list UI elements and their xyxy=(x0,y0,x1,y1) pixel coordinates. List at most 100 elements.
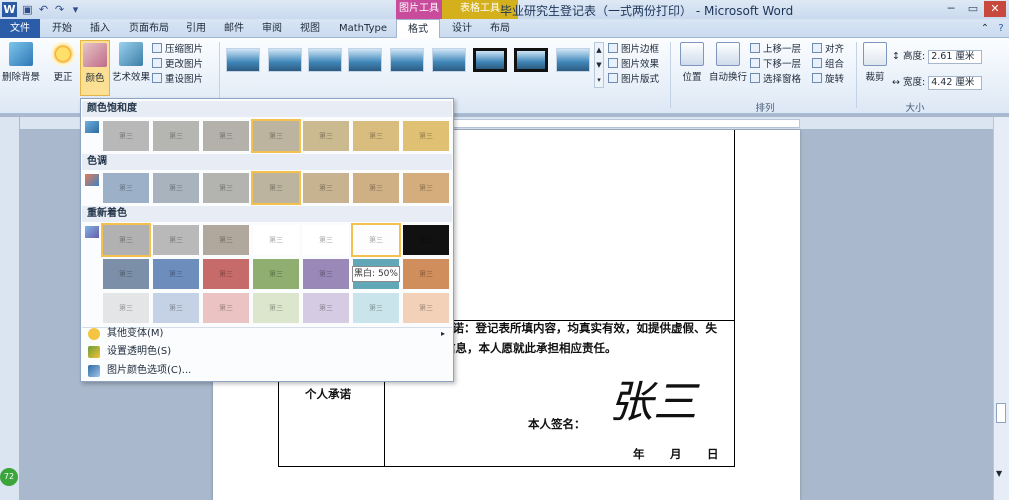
color-swatch[interactable]: 第三 xyxy=(103,293,149,323)
color-swatch[interactable]: 第三 xyxy=(203,121,249,151)
reset-picture-button[interactable]: 重设图片 xyxy=(152,72,218,87)
color-swatch[interactable]: 第三 xyxy=(303,293,349,323)
picture-style-9[interactable] xyxy=(556,48,590,72)
signature-image[interactable]: 张三 xyxy=(609,366,697,430)
color-swatch[interactable]: 第三 xyxy=(251,171,301,205)
color-swatch[interactable]: 第三 xyxy=(153,121,199,151)
color-swatch[interactable]: 第三 xyxy=(303,259,349,289)
tab-home[interactable]: 开始 xyxy=(44,19,80,38)
color-swatch[interactable]: 第三 xyxy=(353,121,399,151)
height-input[interactable]: 2.61 厘米 xyxy=(928,49,983,64)
help-icon[interactable]: ? xyxy=(994,19,1008,38)
close-icon[interactable]: ✕ xyxy=(984,1,1006,17)
redo-icon[interactable]: ↷ xyxy=(52,2,67,17)
scroll-down-icon[interactable]: ▼ xyxy=(996,469,1002,478)
vertical-scrollbar[interactable]: ▼ xyxy=(993,117,1009,500)
color-swatch[interactable]: 第三 xyxy=(203,225,249,255)
picture-style-8[interactable] xyxy=(514,48,548,72)
tab-page-layout[interactable]: 页面布局 xyxy=(124,19,174,38)
tab-format[interactable]: 格式 xyxy=(396,19,440,39)
minimize-icon[interactable]: ─ xyxy=(940,1,962,17)
tab-layout[interactable]: 布局 xyxy=(482,19,518,38)
color-swatch[interactable]: 第三 xyxy=(103,173,149,203)
remove-background-button[interactable]: 删除背景 xyxy=(0,40,42,102)
picture-style-4[interactable] xyxy=(348,48,382,72)
picture-style-7[interactable] xyxy=(473,48,507,72)
color-swatch[interactable]: 第三 xyxy=(103,121,149,151)
tab-file[interactable]: 文件 xyxy=(0,19,40,38)
change-picture-button[interactable]: 更改图片 xyxy=(152,57,218,72)
tab-design[interactable]: 设计 xyxy=(444,19,480,38)
picture-style-2[interactable] xyxy=(268,48,302,72)
color-swatch[interactable]: 第三 xyxy=(153,173,199,203)
color-swatch[interactable]: 第三 xyxy=(303,121,349,151)
selection-pane-button[interactable]: 选择窗格 xyxy=(750,72,814,87)
color-swatch[interactable]: 第三 xyxy=(101,223,151,257)
picture-style-5[interactable] xyxy=(390,48,424,72)
picture-color-options-item[interactable]: 图片颜色选项(C)... xyxy=(83,362,451,380)
color-swatch[interactable]: 第三 xyxy=(253,225,299,255)
word-logo-icon[interactable]: W xyxy=(2,2,17,17)
corrections-button[interactable]: 更正 xyxy=(46,40,80,102)
maximize-icon[interactable]: ▭ xyxy=(962,1,984,17)
saturation-icon xyxy=(85,121,99,133)
color-swatch[interactable]: 第三 xyxy=(303,225,349,255)
picture-style-3[interactable] xyxy=(308,48,342,72)
picture-style-1[interactable] xyxy=(226,48,260,72)
qa-dropdown-icon[interactable]: ▾ xyxy=(68,2,83,17)
color-swatch[interactable]: 第三 xyxy=(303,173,349,203)
crop-button[interactable]: 裁剪 xyxy=(860,40,890,102)
color-swatch[interactable]: 第三 xyxy=(353,225,399,255)
color-swatch[interactable]: 第三 xyxy=(403,121,449,151)
gallery-scroll[interactable]: ▲ ▼ ▾ xyxy=(594,42,604,88)
picture-layout-button[interactable]: 图片版式 xyxy=(608,72,668,87)
tab-view[interactable]: 视图 xyxy=(292,19,328,38)
color-swatch[interactable]: 第三 xyxy=(403,293,449,323)
zoom-badge[interactable]: 72 xyxy=(0,468,18,486)
color-swatch[interactable]: 第三 xyxy=(251,119,301,153)
color-swatch[interactable]: 第三 xyxy=(403,259,449,289)
group-button[interactable]: 组合 xyxy=(812,57,856,72)
vertical-ruler[interactable] xyxy=(0,117,20,500)
tab-mailings[interactable]: 邮件 xyxy=(216,19,252,38)
ribbon-minimize-icon[interactable]: ⌃ xyxy=(978,19,992,38)
color-swatch[interactable]: 第三 xyxy=(203,259,249,289)
picture-border-button[interactable]: 图片边框 xyxy=(608,42,668,57)
wrap-text-button[interactable]: 自动换行 xyxy=(708,40,748,102)
tab-insert[interactable]: 插入 xyxy=(82,19,118,38)
color-button[interactable]: 颜色 xyxy=(80,40,110,96)
position-button[interactable]: 位置 xyxy=(676,40,708,102)
bring-forward-button[interactable]: 上移一层 xyxy=(750,42,814,57)
color-swatch[interactable]: 第三 xyxy=(203,293,249,323)
width-input[interactable]: 4.42 厘米 xyxy=(928,75,983,90)
color-swatch[interactable]: 第三 xyxy=(353,293,399,323)
color-swatch[interactable]: 第三 xyxy=(403,173,449,203)
color-swatch[interactable]: 第三 xyxy=(253,259,299,289)
align-button[interactable]: 对齐 xyxy=(812,42,856,57)
color-swatch[interactable]: 第三 xyxy=(403,225,449,255)
tab-review[interactable]: 审阅 xyxy=(254,19,290,38)
color-swatch[interactable]: 第三 xyxy=(353,173,399,203)
compress-pictures-button[interactable]: 压缩图片 xyxy=(152,42,218,57)
set-transparent-item[interactable]: 设置透明色(S) xyxy=(83,343,451,361)
color-swatch[interactable]: 第三 xyxy=(153,259,199,289)
more-variations-item[interactable]: 其他变体(M) ▸ xyxy=(83,325,451,343)
color-swatch[interactable]: 第三 xyxy=(153,225,199,255)
artistic-effects-button[interactable]: 艺术效果 xyxy=(112,40,150,102)
save-icon[interactable]: ▣ xyxy=(20,2,35,17)
rotate-button[interactable]: 旋转 xyxy=(812,72,856,87)
picture-style-6[interactable] xyxy=(432,48,466,72)
picture-effects-button[interactable]: 图片效果 xyxy=(608,57,668,72)
picture-tools-header: 图片工具 xyxy=(396,0,442,19)
tab-references[interactable]: 引用 xyxy=(178,19,214,38)
color-swatch[interactable]: 第三 xyxy=(103,259,149,289)
color-swatch[interactable]: 第三 xyxy=(153,293,199,323)
window-title: 毕业研究生登记表（一式两份打印） - Microsoft Word xyxy=(500,4,794,18)
recolor-icon xyxy=(85,226,99,238)
tab-mathtype[interactable]: MathType xyxy=(332,19,394,38)
send-backward-button[interactable]: 下移一层 xyxy=(750,57,814,72)
scroll-thumb[interactable] xyxy=(996,403,1006,423)
color-swatch[interactable]: 第三 xyxy=(253,293,299,323)
color-swatch[interactable]: 第三 xyxy=(203,173,249,203)
undo-icon[interactable]: ↶ xyxy=(36,2,51,17)
